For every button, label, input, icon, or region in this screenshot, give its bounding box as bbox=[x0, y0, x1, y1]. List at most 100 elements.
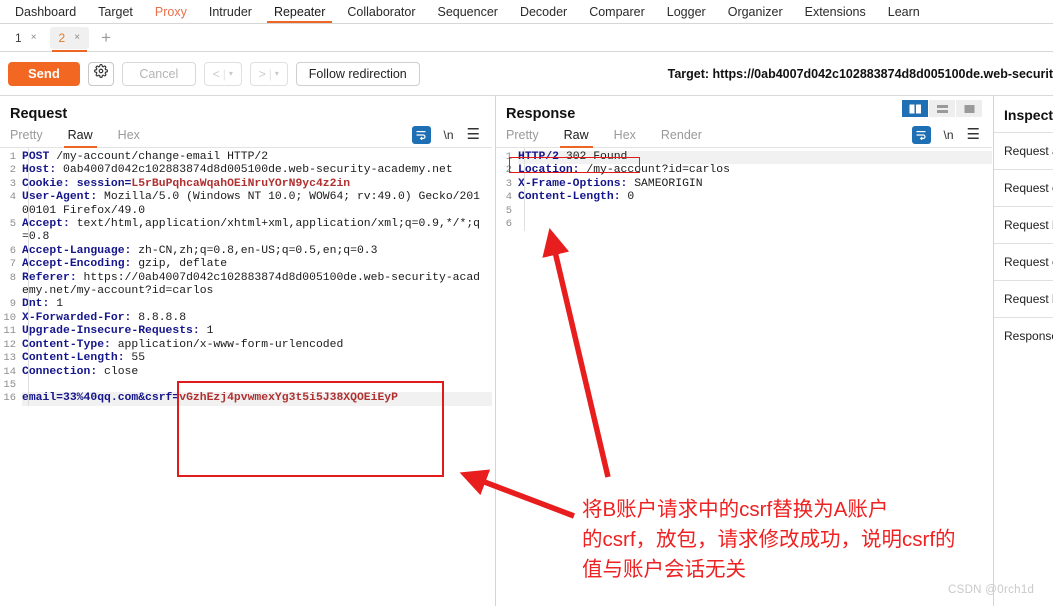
response-format-raw[interactable]: Raw bbox=[559, 128, 593, 148]
response-format-hex[interactable]: Hex bbox=[614, 128, 636, 142]
main-tab-sequencer[interactable]: Sequencer bbox=[426, 0, 508, 23]
code-text: User-Agent: Mozilla/5.0 (Windows NT 10.0… bbox=[22, 191, 492, 218]
layout-stacked-button[interactable] bbox=[929, 100, 955, 117]
request-gutter-line bbox=[28, 148, 29, 406]
response-format-pretty[interactable]: Pretty bbox=[506, 128, 539, 142]
line-number: 4 bbox=[505, 191, 512, 204]
main-tab-repeater[interactable]: Repeater bbox=[262, 0, 337, 23]
inspector-section-5[interactable]: Request b bbox=[994, 280, 1053, 317]
annotation-line: 将B账户请求中的csrf替换为A账户 bbox=[582, 498, 889, 521]
newline-icon[interactable]: \n bbox=[444, 128, 454, 142]
wrap-lines-icon[interactable] bbox=[411, 125, 431, 144]
line-number: 7 bbox=[9, 258, 16, 271]
add-tab-button[interactable]: + bbox=[93, 29, 119, 46]
code-line: 4 Content-Length: 0 bbox=[496, 191, 992, 204]
request-view-icons: \n ☰ bbox=[411, 125, 480, 144]
code-text: Dnt: 1 bbox=[22, 298, 492, 311]
response-view-icons: \n ☰ bbox=[911, 125, 980, 144]
main-tab-target[interactable]: Target bbox=[87, 0, 144, 23]
line-number: 3 bbox=[505, 177, 512, 190]
response-format-render[interactable]: Render bbox=[661, 128, 702, 142]
main-tab-logger[interactable]: Logger bbox=[656, 0, 717, 23]
code-line: 13 Content-Length: 55 bbox=[0, 352, 492, 365]
request-format-raw[interactable]: Raw bbox=[63, 128, 97, 148]
chevron-left-icon: < bbox=[212, 66, 220, 81]
chevron-down-icon: ▾ bbox=[274, 69, 279, 78]
line-number: 15 bbox=[3, 378, 16, 391]
prev-request-button[interactable]: < | ▾ bbox=[203, 61, 242, 86]
code-separator bbox=[77, 272, 84, 284]
repeater-tab-1[interactable]: 1 × bbox=[6, 26, 46, 49]
repeater-tab-2[interactable]: 2 × bbox=[49, 26, 90, 52]
code-key: Content-Length: bbox=[22, 352, 125, 365]
wrap-lines-icon[interactable] bbox=[911, 125, 931, 144]
code-text: X-Frame-Options: SAMEORIGIN bbox=[518, 178, 992, 191]
inspector-section-4[interactable]: Request c bbox=[994, 243, 1053, 280]
line-number: 16 bbox=[3, 392, 16, 405]
code-value: 0ab4007d042c102883874d8d005100de.web-sec… bbox=[63, 164, 453, 177]
code-line: 12 Content-Type: application/x-www-form-u… bbox=[0, 339, 492, 352]
close-icon[interactable]: × bbox=[31, 32, 37, 43]
main-tab-learn[interactable]: Learn bbox=[877, 0, 931, 23]
main-tab-collaborator[interactable]: Collaborator bbox=[336, 0, 426, 23]
code-text: POST /my-account/change-email HTTP/2 bbox=[22, 151, 492, 164]
code-text: Accept-Language: zh-CN,zh;q=0.8,en-US;q=… bbox=[22, 245, 492, 258]
follow-redirection-button[interactable]: Follow redirection bbox=[295, 61, 420, 86]
line-number: 12 bbox=[3, 338, 16, 351]
code-line: 5 bbox=[496, 205, 992, 218]
line-number: 8 bbox=[9, 271, 16, 284]
code-line: 2 Host: 0ab4007d042c102883874d8d005100de.… bbox=[0, 164, 492, 177]
line-number: 2 bbox=[9, 164, 16, 177]
main-tab-dashboard[interactable]: Dashboard bbox=[4, 0, 87, 23]
cancel-button[interactable]: Cancel bbox=[121, 61, 196, 86]
code-line: 3 X-Frame-Options: SAMEORIGIN bbox=[496, 178, 992, 191]
main-tab-organizer[interactable]: Organizer bbox=[717, 0, 794, 23]
main-tab-proxy[interactable]: Proxy bbox=[144, 0, 198, 23]
code-line: 3 Cookie: session=L5rBuPqhcaWqahOEiNruYOr… bbox=[0, 178, 492, 191]
code-value: gzip, deflate bbox=[138, 258, 228, 271]
main-tab-extensions[interactable]: Extensions bbox=[794, 0, 877, 23]
code-value: text/html,application/xhtml+xml,applicat… bbox=[22, 218, 480, 244]
next-request-button[interactable]: > | ▾ bbox=[249, 61, 288, 86]
code-line: 6 bbox=[496, 218, 992, 231]
request-format-hex[interactable]: Hex bbox=[118, 128, 140, 142]
main-tab-decoder[interactable]: Decoder bbox=[509, 0, 578, 23]
layout-single-button[interactable] bbox=[956, 100, 982, 117]
inspector-section-3[interactable]: Request h bbox=[994, 206, 1053, 243]
code-value: 55 bbox=[131, 352, 146, 365]
code-key: X-Frame-Options: bbox=[518, 177, 628, 190]
nav-separator: | bbox=[268, 66, 272, 81]
request-editor[interactable]: 1 POST /my-account/change-email HTTP/2 2 Ho… bbox=[0, 148, 492, 406]
line-number: 5 bbox=[9, 218, 16, 231]
request-menu-icon[interactable]: ☰ bbox=[467, 127, 480, 142]
settings-gear-button[interactable] bbox=[87, 61, 114, 86]
code-line: 5 Accept: text/html,application/xhtml+xml… bbox=[0, 218, 492, 245]
line-number: 3 bbox=[9, 177, 16, 190]
layout-side-by-side-button[interactable] bbox=[902, 100, 928, 117]
response-menu-icon[interactable]: ☰ bbox=[967, 127, 980, 142]
code-line: 8 Referer: https://0ab4007d042c102883874d… bbox=[0, 272, 492, 299]
line-number: 10 bbox=[3, 311, 16, 324]
burp-repeater-window: Dashboard Target Proxy Intruder Repeater Coll… bbox=[0, 0, 1053, 606]
inspector-section-1[interactable]: Request a bbox=[994, 132, 1053, 169]
code-line: 4 User-Agent: Mozilla/5.0 (Windows NT 10.… bbox=[0, 191, 492, 218]
main-tab-comparer[interactable]: Comparer bbox=[578, 0, 656, 23]
code-key: Content-Type: bbox=[22, 338, 111, 351]
main-tab-intruder[interactable]: Intruder bbox=[198, 0, 263, 23]
gear-icon bbox=[93, 64, 108, 83]
code-separator bbox=[56, 164, 63, 176]
close-icon[interactable]: × bbox=[74, 32, 80, 43]
repeater-tab-label: 1 bbox=[15, 30, 22, 45]
request-format-pretty[interactable]: Pretty bbox=[10, 128, 43, 142]
newline-icon[interactable]: \n bbox=[944, 128, 954, 142]
code-key: Cookie: bbox=[22, 177, 70, 190]
code-value: 33%40qq.com bbox=[63, 392, 139, 405]
code-value: 0 bbox=[627, 191, 635, 204]
send-button[interactable]: Send bbox=[8, 61, 80, 86]
inspector-section-2[interactable]: Request c bbox=[994, 169, 1053, 206]
annotation-box-request-body bbox=[177, 381, 444, 477]
inspector-section-6[interactable]: Response bbox=[994, 317, 1053, 354]
request-format-tabs: Pretty Raw Hex \n ☰ bbox=[0, 122, 492, 148]
inspector-title: Inspect bbox=[1004, 107, 1053, 123]
code-key: Content-Length: bbox=[518, 191, 621, 204]
